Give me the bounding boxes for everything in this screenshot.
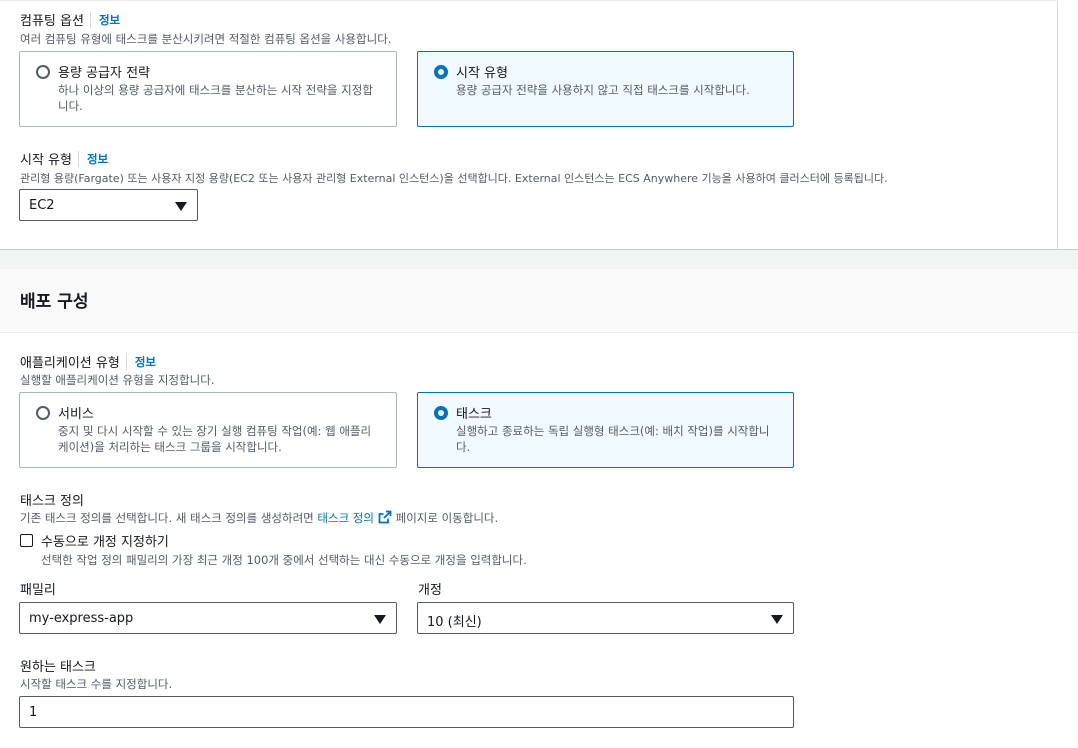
family-select[interactable]: my-express-app xyxy=(19,602,397,634)
capacity-provider-strategy-radio[interactable] xyxy=(36,65,50,79)
task-tile[interactable]: 태스크 실행하고 종료하는 독립 실행형 태스크(예: 배치 작업)를 시작합니… xyxy=(417,392,794,468)
task-radio[interactable] xyxy=(434,406,448,420)
launch-type-tile[interactable]: 시작 유형 용량 공급자 전략을 사용하지 않고 직접 태스크를 시작합니다. xyxy=(417,51,794,127)
revision-label: 개정 xyxy=(418,583,442,598)
compute-options-info-link[interactable]: 정보 xyxy=(89,11,120,28)
task-definition-description-suffix: 페이지로 이동합니다. xyxy=(391,511,499,525)
revision-select[interactable]: 10 (최신) xyxy=(417,602,794,634)
service-radio[interactable] xyxy=(36,406,50,420)
caret-down-icon xyxy=(374,615,386,624)
tile-description: 중지 및 다시 시작할 수 있는 장기 실행 컴퓨팅 작업(예: 웹 애플리케이… xyxy=(58,424,372,454)
task-definition-link[interactable]: 태스크 정의 xyxy=(317,511,374,525)
compute-options-header: 컴퓨팅 옵션 정보 xyxy=(20,10,120,29)
panel-top-border xyxy=(0,0,1058,1)
task-definition-description-prefix: 기존 태스크 정의를 선택합니다. 새 태스크 정의를 생성하려면 xyxy=(20,511,318,525)
application-type-info-link[interactable]: 정보 xyxy=(125,353,156,370)
launch-type-description: 관리형 용량(Fargate) 또는 사용자 지정 용량(EC2 또는 사용자 … xyxy=(20,172,888,185)
capacity-provider-strategy-tile[interactable]: 용량 공급자 전략 하나 이상의 용량 공급자에 태스크를 분산하는 시작 전략… xyxy=(19,51,397,127)
compute-options-label: 컴퓨팅 옵션 xyxy=(20,14,84,29)
manual-revision-description: 선택한 작업 정의 패밀리의 가장 최근 개정 100개 중에서 선택하는 대신… xyxy=(41,553,527,567)
task-definition-description: 기존 태스크 정의를 선택합니다. 새 태스크 정의를 생성하려면 태스크 정의… xyxy=(20,510,498,526)
caret-down-icon xyxy=(175,202,187,211)
tile-title: 서비스 xyxy=(58,407,94,422)
external-link-icon[interactable] xyxy=(378,510,392,524)
desired-tasks-input[interactable] xyxy=(19,696,794,728)
deployment-header xyxy=(0,269,1078,333)
launch-type-info-link[interactable]: 정보 xyxy=(77,150,108,167)
launch-type-label: 시작 유형 xyxy=(20,153,72,168)
task-definition-label: 태스크 정의 xyxy=(20,494,84,509)
section-separator xyxy=(0,249,1078,269)
application-type-header: 애플리케이션 유형 정보 xyxy=(20,352,156,371)
launch-type-value: EC2 xyxy=(29,198,55,213)
manual-revision-checkbox[interactable] xyxy=(20,534,33,547)
family-label: 패밀리 xyxy=(20,583,56,598)
service-tile[interactable]: 서비스 중지 및 다시 시작할 수 있는 장기 실행 컴퓨팅 작업(예: 웹 애… xyxy=(19,392,397,468)
tile-title: 시작 유형 xyxy=(456,66,508,81)
application-type-label: 애플리케이션 유형 xyxy=(20,356,120,371)
compute-options-description: 여러 컴퓨팅 유형에 태스크를 분산시키려면 적절한 컴퓨팅 옵션을 사용합니다… xyxy=(20,32,392,46)
launch-type-header: 시작 유형 정보 xyxy=(20,149,108,168)
desired-tasks-label: 원하는 태스크 xyxy=(20,660,96,675)
revision-value: 10 (최신) xyxy=(427,615,482,630)
launch-type-radio[interactable] xyxy=(434,65,448,79)
deployment-title: 배포 구성 xyxy=(20,292,89,312)
launch-type-select[interactable]: EC2 xyxy=(19,189,198,221)
tile-description: 실행하고 종료하는 독립 실행형 태스크(예: 배치 작업)를 시작합니다. xyxy=(456,424,770,454)
manual-revision-label[interactable]: 수동으로 개정 지정하기 xyxy=(41,531,169,550)
tile-title: 태스크 xyxy=(456,407,492,422)
tile-description: 하나 이상의 용량 공급자에 태스크를 분산하는 시작 전략을 지정합니다. xyxy=(58,83,373,113)
tile-description: 용량 공급자 전략을 사용하지 않고 직접 태스크를 시작합니다. xyxy=(456,83,750,97)
tile-title: 용량 공급자 전략 xyxy=(58,66,150,81)
desired-tasks-description: 시작할 태스크 수를 지정합니다. xyxy=(20,677,173,691)
family-value: my-express-app xyxy=(29,611,134,626)
caret-down-icon xyxy=(771,615,783,624)
application-type-description: 실행할 애플리케이션 유형을 지정합니다. xyxy=(20,373,215,387)
